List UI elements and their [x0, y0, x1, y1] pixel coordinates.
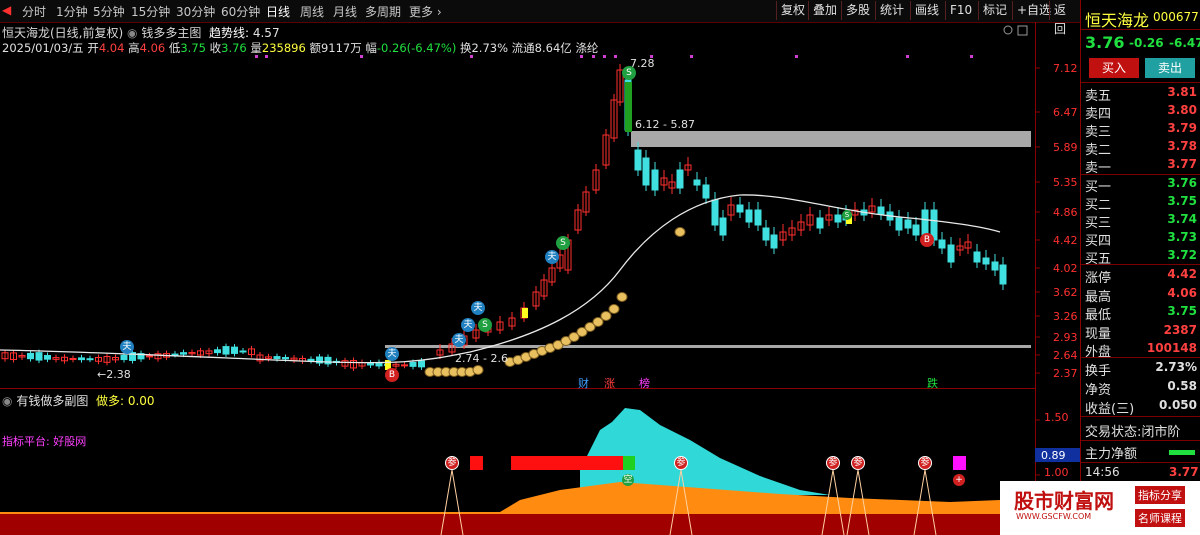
stat-value: 4.06: [1167, 285, 1197, 300]
y-tick-3: 5.89: [1053, 141, 1078, 154]
y-tick-12: 2.37: [1053, 367, 1078, 380]
panel-price: 3.76: [1085, 33, 1125, 52]
bid-value: 3.72: [1167, 248, 1197, 262]
stat-value: 4.42: [1167, 267, 1197, 281]
bid-row-1[interactable]: 买二 3.75: [1081, 194, 1200, 213]
watermark-url: WWW.GSCFW.COM: [1016, 512, 1092, 521]
stat-label: 最低: [1085, 308, 1112, 323]
sub-tick-1: 1.50: [1044, 411, 1069, 424]
stat-row-3[interactable]: 现量 2387: [1081, 323, 1200, 342]
bid-row-2[interactable]: 买三 3.74: [1081, 212, 1200, 231]
quote-panel: 恒天海龙 000677 3.76 -0.26 -6.47 买入 卖出 卖五 3.8…: [1080, 0, 1200, 535]
cyan-area: [580, 408, 830, 495]
stat2-row-1[interactable]: 净资 0.58: [1081, 379, 1200, 398]
y-tick-10: 2.93: [1053, 331, 1078, 344]
bid-row-3[interactable]: 买四 3.73: [1081, 230, 1200, 249]
stat2-label: 收益(三): [1085, 402, 1135, 417]
stat2-label: 净资: [1085, 383, 1112, 398]
watermark-box: 股市财富网 WWW.GSCFW.COM 指标分享 名师课程: [1000, 481, 1200, 535]
watermark-title: 股市财富网: [1014, 489, 1114, 513]
bid-label: 买四: [1085, 234, 1112, 249]
watermark-tag-1: 指标分享: [1135, 486, 1185, 504]
stat-row-1[interactable]: 最高 4.06: [1081, 286, 1200, 305]
stat-value: 2387: [1163, 322, 1197, 337]
stat-row-0[interactable]: 涨停 4.42: [1081, 267, 1200, 286]
ask-value: 3.78: [1167, 139, 1197, 153]
ask-value: 3.79: [1167, 121, 1197, 135]
stat-label: 现量: [1085, 326, 1112, 342]
stat2-value: 2.73%: [1155, 360, 1197, 374]
bid-label: 买二: [1085, 198, 1112, 213]
red-block-1: [470, 456, 483, 470]
panel-stock-name: 恒天海龙: [1085, 11, 1150, 30]
sub-chart[interactable]: [0, 0, 1080, 535]
stat-value: 100148: [1146, 341, 1197, 355]
bid-label: 买一: [1085, 180, 1112, 195]
tick-time: 14:56: [1085, 465, 1120, 479]
marker-can-5: 参: [918, 456, 932, 470]
ask-row-2[interactable]: 卖三 3.79: [1081, 121, 1200, 140]
ask-label: 卖四: [1085, 107, 1112, 122]
bid-value: 3.75: [1167, 194, 1197, 208]
y-tick-6: 4.42: [1053, 234, 1078, 247]
ask-label: 卖五: [1085, 89, 1112, 104]
red-block-2: [511, 456, 623, 470]
ask-row-1[interactable]: 卖四 3.80: [1081, 103, 1200, 122]
ask-label: 卖三: [1085, 125, 1112, 140]
y-tick-4: 5.35: [1053, 176, 1078, 189]
marker-kong: 空: [622, 474, 634, 486]
y-tick-7: 4.02: [1053, 262, 1078, 275]
bid-row-0[interactable]: 买一 3.76: [1081, 176, 1200, 195]
watermark-tag-2: 名师课程: [1135, 509, 1185, 527]
marker-can-3: 参: [826, 456, 840, 470]
bid-value: 3.74: [1167, 212, 1197, 226]
ask-row-3[interactable]: 卖二 3.78: [1081, 139, 1200, 158]
y-tick-5: 4.86: [1053, 206, 1078, 219]
bid-value: 3.76: [1167, 176, 1197, 190]
stat2-label: 换手: [1085, 364, 1112, 379]
y-tick-8: 3.62: [1053, 286, 1078, 299]
bid-value: 3.73: [1167, 230, 1197, 244]
trade-status: 交易状态:闭市阶: [1085, 425, 1181, 440]
stat2-row-0[interactable]: 换手 2.73%: [1081, 360, 1200, 379]
panel-change-pct: -6.47: [1169, 36, 1200, 50]
sub-tick-3: 0.89: [1041, 449, 1066, 462]
panel-stock-code: 000677: [1153, 10, 1199, 24]
y-tick-2: 6.47: [1053, 106, 1078, 119]
y-tick-1: 7.12: [1053, 62, 1078, 75]
buy-button[interactable]: 买入: [1089, 58, 1139, 78]
sub-tick-2: 1.00: [1044, 466, 1069, 479]
stat-label: 涨停: [1085, 271, 1112, 286]
stat2-value: 0.050: [1159, 398, 1197, 412]
stat2-value: 0.58: [1167, 379, 1197, 393]
marker-plus-icon: +: [953, 474, 965, 486]
flow-bar: [1169, 450, 1195, 455]
green-block: [623, 456, 635, 470]
magenta-block: [953, 456, 966, 470]
ask-label: 卖二: [1085, 143, 1112, 158]
ask-row-0[interactable]: 卖五 3.81: [1081, 85, 1200, 104]
stat-row-2[interactable]: 最低 3.75: [1081, 304, 1200, 323]
stat-label: 最高: [1085, 289, 1112, 305]
y-tick-11: 2.64: [1053, 349, 1078, 362]
stat-value: 3.75: [1167, 304, 1197, 318]
panel-change: -0.26: [1129, 36, 1164, 50]
stat2-row-2[interactable]: 收益(三) 0.050: [1081, 398, 1200, 417]
bid-label: 买三: [1085, 216, 1112, 231]
ask-value: 3.77: [1167, 157, 1197, 171]
main-flow-label[interactable]: 主力净额: [1085, 443, 1137, 462]
tick-price: 3.77: [1169, 465, 1199, 479]
ask-value: 3.80: [1167, 103, 1197, 117]
sell-button[interactable]: 卖出: [1145, 58, 1195, 78]
ask-value: 3.81: [1167, 85, 1197, 99]
marker-can-2: 参: [674, 456, 688, 470]
marker-can-1: 参: [445, 456, 459, 470]
y-tick-9: 3.26: [1053, 310, 1078, 323]
red-base: [0, 514, 1035, 535]
marker-can-4: 参: [851, 456, 865, 470]
